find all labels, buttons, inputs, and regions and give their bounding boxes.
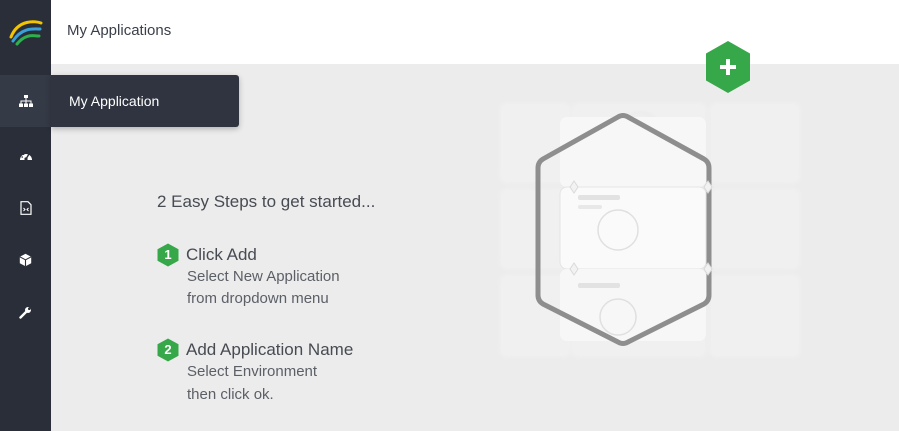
page-title: My Applications (67, 22, 172, 39)
logo-icon (9, 20, 42, 46)
sidebar (0, 0, 51, 431)
app-logo[interactable] (0, 0, 51, 64)
step-2-title: Add Application Name (186, 340, 354, 359)
sidebar-item-my-application[interactable] (0, 75, 51, 127)
sidebar-item-settings[interactable] (0, 286, 51, 338)
package-icon (19, 253, 32, 267)
sidebar-item-documents[interactable] (0, 182, 51, 234)
empty-state-illustration (500, 103, 800, 357)
step-1-badge: 1 (157, 243, 179, 267)
add-application-button[interactable] (704, 40, 752, 94)
sidebar-tooltip: My Application (51, 75, 239, 127)
steps-heading: 2 Easy Steps to get started... (157, 192, 376, 211)
step-1-title: Click Add (186, 245, 257, 264)
step-1-line-1: Select New Application (187, 268, 340, 285)
sidebar-item-packages[interactable] (0, 234, 51, 286)
plus-icon (706, 41, 750, 93)
wrench-icon (19, 306, 31, 319)
step-2-line-2: then click ok. (187, 386, 274, 403)
top-bar: My Applications (51, 0, 899, 64)
tooltip-label: My Application (69, 93, 160, 109)
step-2-line-1: Select Environment (187, 363, 318, 380)
step-2-badge: 2 (157, 338, 179, 362)
sitemap-icon (18, 95, 33, 107)
sidebar-item-dashboard[interactable] (0, 130, 51, 182)
document-icon (19, 201, 32, 215)
step-1-line-2: from dropdown menu (187, 290, 329, 307)
dashboard-icon (19, 152, 32, 161)
